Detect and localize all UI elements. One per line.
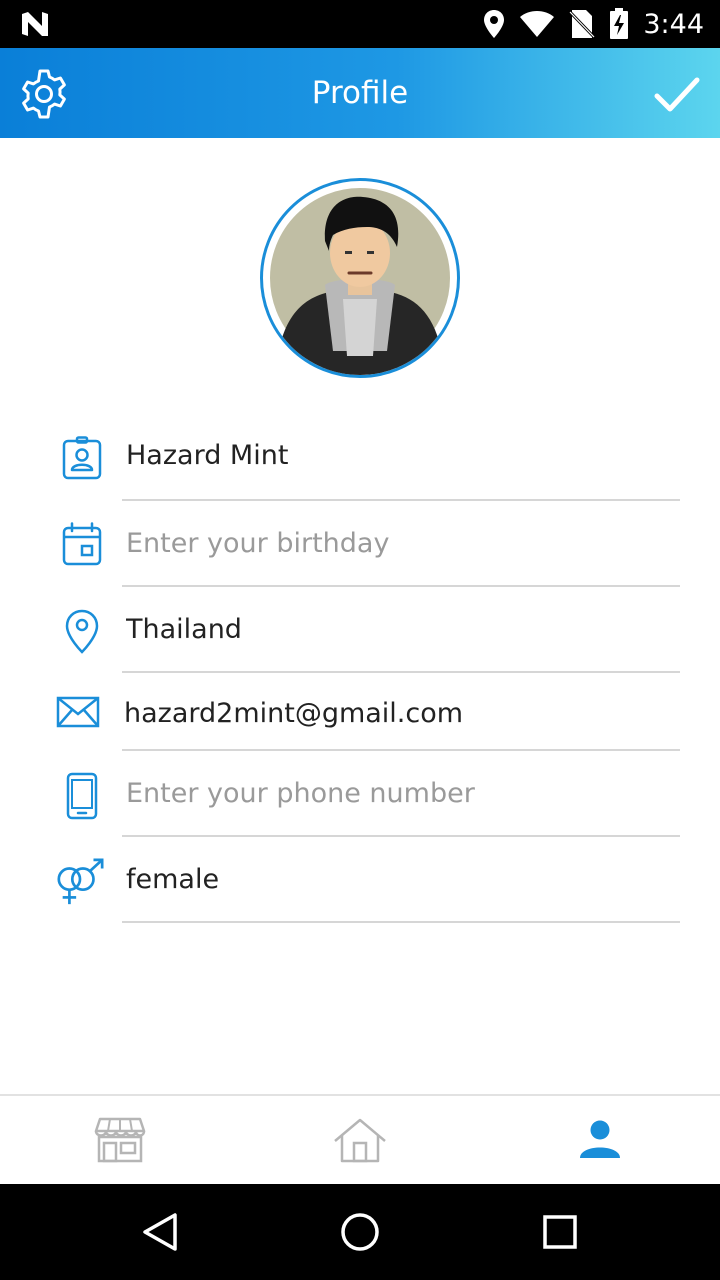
phone-icon bbox=[66, 772, 98, 820]
name-field[interactable]: Hazard Mint bbox=[0, 414, 720, 501]
phone-field[interactable]: Enter your phone number bbox=[0, 750, 720, 837]
envelope-icon bbox=[56, 696, 100, 728]
tab-profile[interactable] bbox=[480, 1096, 720, 1184]
home-circle-icon bbox=[341, 1213, 379, 1251]
store-icon bbox=[94, 1117, 146, 1163]
avatar-image bbox=[266, 184, 454, 375]
bottom-nav bbox=[0, 1094, 720, 1184]
birthday-field[interactable]: Enter your birthday bbox=[0, 500, 720, 587]
system-nav-bar bbox=[0, 1184, 720, 1280]
email-field[interactable]: hazard2mint@gmail.com bbox=[0, 672, 720, 758]
home-button[interactable] bbox=[336, 1208, 384, 1256]
location-value: Thailand bbox=[126, 614, 242, 645]
name-value: Hazard Mint bbox=[126, 440, 289, 471]
gender-underline bbox=[122, 921, 680, 923]
checkmark-icon[interactable] bbox=[654, 72, 700, 118]
recents-button[interactable] bbox=[536, 1208, 584, 1256]
birthday-placeholder: Enter your birthday bbox=[126, 528, 390, 559]
gender-value: female bbox=[126, 864, 220, 895]
person-icon bbox=[580, 1120, 620, 1158]
email-value: hazard2mint@gmail.com bbox=[124, 698, 464, 729]
avatar[interactable] bbox=[260, 178, 460, 378]
android-n-icon bbox=[22, 12, 48, 36]
back-button[interactable] bbox=[136, 1208, 184, 1256]
status-bar: 3:44 bbox=[0, 0, 720, 48]
app-bar: Profile bbox=[0, 48, 720, 138]
status-time: 3:44 bbox=[643, 8, 704, 40]
wifi-icon bbox=[520, 11, 555, 37]
tab-store[interactable] bbox=[0, 1096, 240, 1184]
battery-charging-icon bbox=[610, 8, 629, 39]
id-badge-icon bbox=[62, 436, 102, 480]
home-icon bbox=[334, 1118, 386, 1163]
calendar-icon bbox=[62, 522, 102, 566]
page-title: Profile bbox=[311, 75, 409, 111]
phone-placeholder: Enter your phone number bbox=[126, 778, 475, 809]
gender-icon bbox=[57, 858, 104, 905]
location-pin-icon bbox=[65, 609, 99, 654]
location-field[interactable]: Thailand bbox=[0, 586, 720, 673]
tab-home[interactable] bbox=[240, 1096, 480, 1184]
back-triangle-icon bbox=[143, 1213, 177, 1251]
location-status-icon bbox=[484, 10, 505, 38]
no-sim-icon bbox=[569, 10, 596, 39]
gender-field[interactable]: female bbox=[0, 836, 720, 923]
recents-square-icon bbox=[543, 1215, 577, 1249]
